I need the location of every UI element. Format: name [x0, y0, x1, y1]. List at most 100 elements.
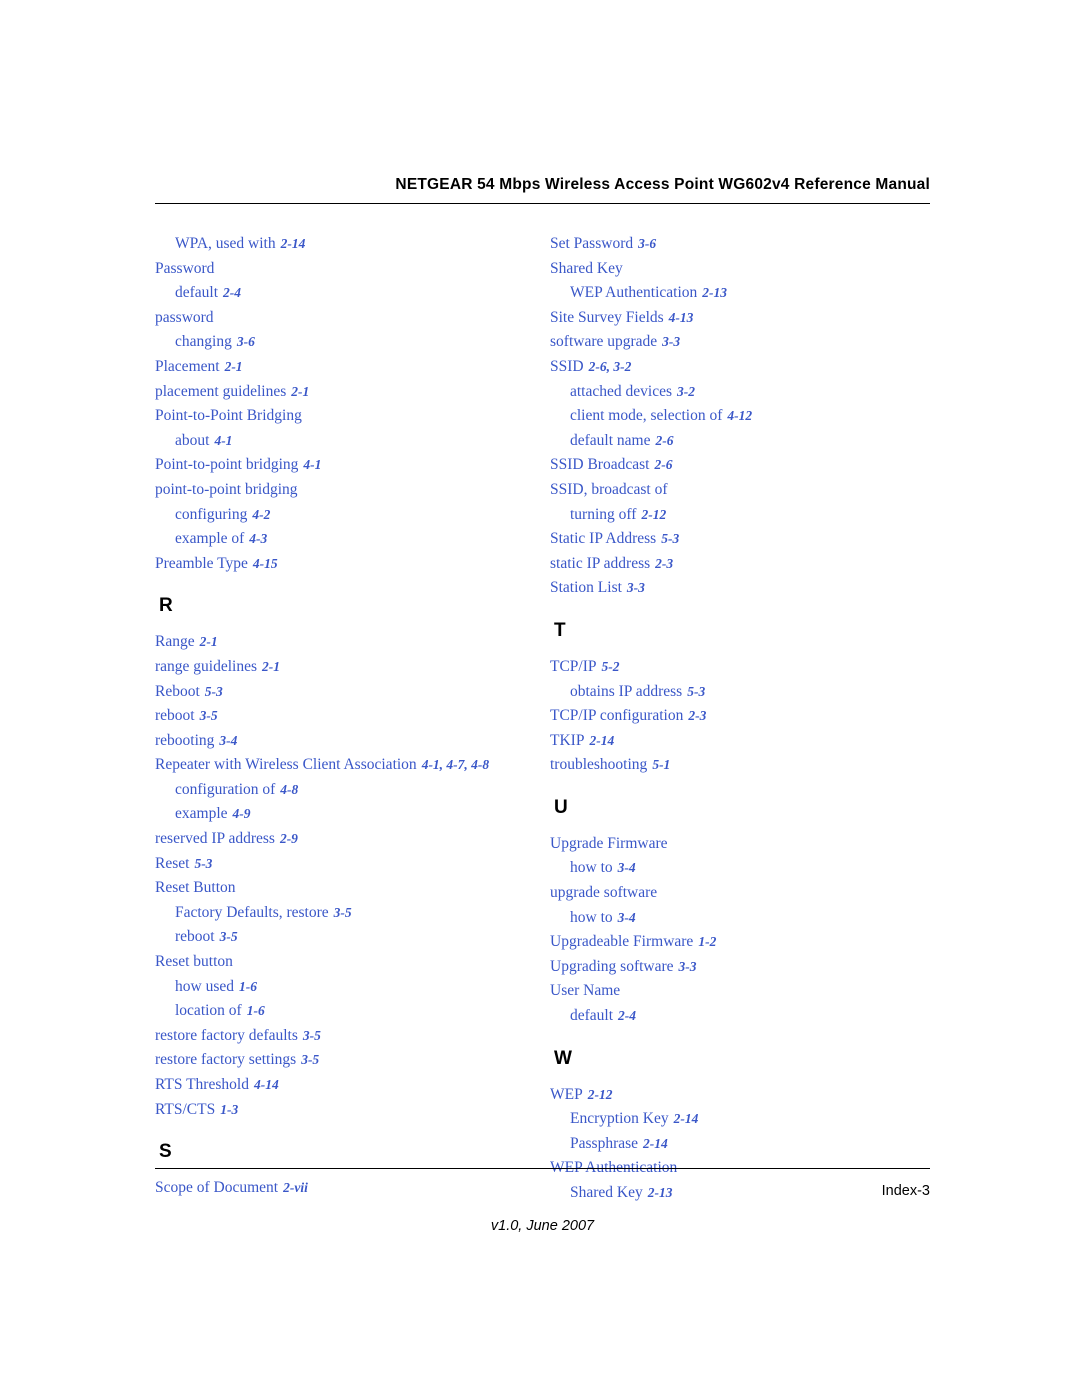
document-page: NETGEAR 54 Mbps Wireless Access Point WG… [0, 0, 1080, 1397]
page-header-title: NETGEAR 54 Mbps Wireless Access Point WG… [395, 176, 930, 193]
index-entry[interactable]: Point-to-Point Bridging [155, 404, 535, 429]
index-entry[interactable]: default name 2-6 [550, 429, 930, 454]
index-entry[interactable]: Password [155, 257, 535, 282]
index-entry[interactable]: RTS Threshold 4-14 [155, 1073, 535, 1098]
index-entry[interactable]: TKIP 2-14 [550, 729, 930, 754]
index-entry[interactable]: reboot 3-5 [155, 704, 535, 729]
index-entry[interactable]: point-to-point bridging [155, 478, 535, 503]
index-entry[interactable]: password [155, 306, 535, 331]
index-entry[interactable]: client mode, selection of 4-12 [550, 404, 930, 429]
index-entry-label: reserved IP address [155, 830, 275, 848]
footer-divider [155, 1168, 930, 1169]
index-entry-label: Set Password [550, 235, 634, 252]
index-entry[interactable]: Placement 2-1 [155, 355, 535, 380]
index-entry[interactable]: example 4-9 [155, 802, 535, 827]
index-entry[interactable]: Preamble Type 4-15 [155, 552, 535, 577]
index-entry-page: 4-12 [727, 408, 753, 424]
index-entry[interactable]: how to 3-4 [550, 906, 930, 931]
index-entry-label: Reset [155, 854, 190, 872]
index-entry[interactable]: configuring 4-2 [155, 503, 535, 528]
index-entry[interactable]: turning off 2-12 [550, 503, 930, 528]
index-entry-label: Station List [550, 579, 622, 597]
index-entry-page: 5-3 [661, 531, 680, 547]
index-entry[interactable]: Reset button [155, 950, 535, 975]
index-entry[interactable]: SSID Broadcast 2-6 [550, 453, 930, 478]
index-entry[interactable]: configuration of 4-8 [155, 778, 535, 803]
index-entry[interactable]: default 2-4 [155, 281, 535, 306]
index-entry-page: 4-3 [249, 531, 268, 547]
index-entry[interactable]: SSID 2-6, 3-2 [550, 355, 930, 380]
index-entry[interactable]: default 2-4 [550, 1004, 930, 1029]
index-entry-label: configuring [175, 505, 248, 523]
index-entry-label: Shared Key [550, 259, 623, 277]
index-entry-page: 5-3 [204, 683, 223, 699]
index-entry[interactable]: software upgrade 3-3 [550, 330, 930, 355]
index-entry[interactable]: SSID, broadcast of [550, 478, 930, 503]
index-column-left: WPA, used with 2-14 Password default 2-4 pass… [155, 232, 535, 1201]
index-entry-label: Encryption Key [570, 1110, 669, 1128]
index-entry-label: upgrade software [550, 884, 658, 902]
index-entry[interactable]: troubleshooting 5-1 [550, 753, 930, 778]
index-entry-label: Preamble Type [155, 554, 248, 572]
index-entry[interactable]: rebooting 3-4 [155, 729, 535, 754]
index-entry[interactable]: Upgradeable Firmware 1-2 [550, 930, 930, 955]
index-entry-page: 3-3 [626, 580, 645, 596]
index-section-letter: R [159, 595, 173, 617]
index-entry[interactable]: RTS/CTS 1-3 [155, 1098, 535, 1123]
index-entry[interactable]: Reset Button [155, 876, 535, 901]
index-entry-page: 4-8 [280, 781, 299, 797]
index-entry[interactable]: Static IP Address 5-3 [550, 527, 930, 552]
index-entry[interactable]: location of 1-6 [155, 999, 535, 1024]
index-entry[interactable]: Factory Defaults, restore 3-5 [155, 901, 535, 926]
index-entry-label: TCP/IP configuration [550, 707, 684, 725]
index-entry[interactable]: User Name [550, 979, 930, 1004]
index-entry-page: 3-5 [219, 929, 238, 945]
index-entry[interactable]: Upgrading software 3-3 [550, 955, 930, 980]
index-entry[interactable]: WEP Authentication 2-13 [550, 281, 930, 306]
index-entry[interactable]: TCP/IP configuration 2-3 [550, 704, 930, 729]
index-entry-label: point-to-point bridging [155, 480, 298, 498]
index-entry[interactable]: Encryption Key 2-14 [550, 1107, 930, 1132]
index-entry[interactable]: upgrade software [550, 881, 930, 906]
index-entry[interactable]: WEP 2-12 [550, 1083, 930, 1108]
index-entry[interactable]: obtains IP address 5-3 [550, 680, 930, 705]
index-entry-label: Placement [155, 357, 220, 375]
index-entry[interactable]: WPA, used with 2-14 [155, 232, 535, 257]
index-entry[interactable]: Upgrade Firmware [550, 832, 930, 857]
index-entry[interactable]: about 4-1 [155, 429, 535, 454]
index-entry[interactable]: Reboot 5-3 [155, 680, 535, 705]
index-entry-page: 3-5 [302, 1027, 321, 1043]
index-entry-label: static IP address [550, 554, 651, 572]
index-entry[interactable]: Range 2-1 [155, 630, 535, 655]
index-entry-page: 4-14 [253, 1077, 279, 1092]
index-entry[interactable]: changing 3-6 [155, 330, 535, 355]
index-entry-page: 2-9 [279, 831, 298, 847]
index-entry[interactable]: static IP address 2-3 [550, 552, 930, 577]
index-entry[interactable]: Station List 3-3 [550, 576, 930, 601]
index-entry[interactable]: Set Password 3-6 [550, 232, 930, 257]
index-entry[interactable]: how to 3-4 [550, 856, 930, 881]
index-entry-label: turning off [570, 505, 637, 523]
index-entry[interactable]: Passphrase 2-14 [550, 1132, 930, 1157]
index-entry[interactable]: Point-to-point bridging 4-1 [155, 453, 535, 478]
index-entry[interactable]: TCP/IP 5-2 [550, 655, 930, 680]
index-entry[interactable]: Reset 5-3 [155, 852, 535, 877]
index-entry[interactable]: Repeater with Wireless Client Associatio… [155, 753, 535, 778]
index-entry[interactable]: Site Survey Fields 4-13 [550, 306, 930, 331]
index-entry-page: 4-1, 4-7, 4-8 [421, 757, 490, 773]
index-entry[interactable]: placement guidelines 2-1 [155, 380, 535, 405]
index-entry[interactable]: reboot 3-5 [155, 925, 535, 950]
index-entry[interactable]: reserved IP address 2-9 [155, 827, 535, 852]
index-entry[interactable]: example of 4-3 [155, 527, 535, 552]
index-entry[interactable]: Shared Key [550, 257, 930, 282]
index-entry-label: placement guidelines [155, 382, 287, 400]
index-entry-label: software upgrade [550, 333, 658, 351]
index-entry[interactable]: attached devices 3-2 [550, 380, 930, 405]
index-entry[interactable]: restore factory settings 3-5 [155, 1048, 535, 1073]
index-entry-page: 2-14 [643, 1135, 668, 1151]
index-entry[interactable]: restore factory defaults 3-5 [155, 1024, 535, 1049]
index-entry[interactable]: range guidelines 2-1 [155, 655, 535, 680]
index-entry[interactable]: how used 1-6 [155, 975, 535, 1000]
header-divider [155, 203, 930, 204]
index-entry-label: Site Survey Fields [550, 308, 664, 326]
